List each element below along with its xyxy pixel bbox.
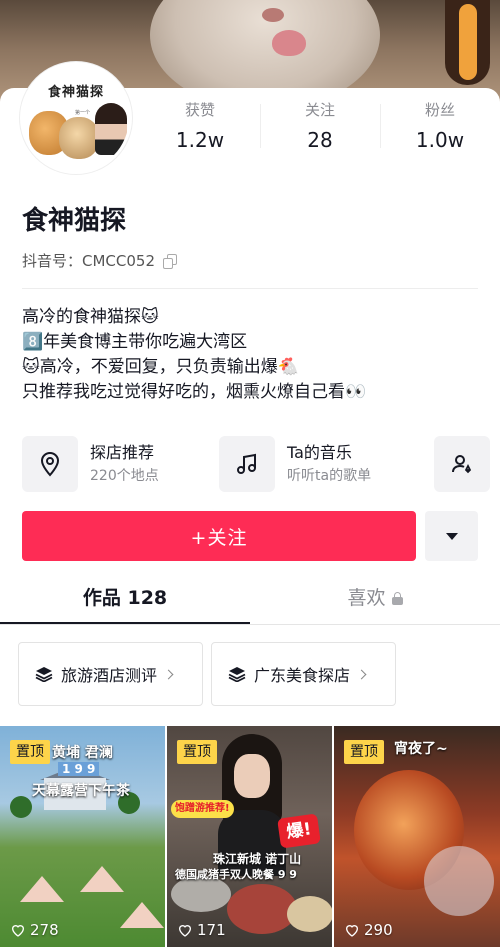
layers-icon [35,667,53,682]
pinned-badge: 置顶 [177,740,217,764]
video-like-count: 171 [197,921,226,939]
douyin-id-row[interactable]: 抖音号：CMCC052 [22,250,178,272]
bio-line: 🐱高冷，不爱回复，只负责输出爆🐔 [22,357,299,377]
bio-line: 高冷的食神猫探🐱 [22,307,159,327]
video-cover-title: 珠江新城 诺丁山 [213,852,302,866]
pinned-badge: 置顶 [344,740,384,764]
stat-likes[interactable]: 获赞 1.2w [140,100,260,160]
video-cover-badge: 爆! [277,813,321,849]
collection-label: 旅游酒店测评 [61,666,158,685]
avatar-person [95,103,127,155]
video-grid: 黄埔 君澜 1 9 9 天幕露营下午茶 置顶 278 饱蹭游推荐! 爆! 珠江新… [0,726,500,947]
store-visits-entry[interactable]: 探店推荐 220个地点 [22,436,159,492]
tab-likes-label: 喜欢 [347,587,386,609]
stat-followers[interactable]: 粉丝 1.0w [380,100,500,160]
add-friend-button[interactable] [434,436,490,492]
collection-label: 广东美食探店 [254,666,351,685]
tent [120,902,164,928]
heart-icon [178,925,192,937]
more-options-button[interactable] [425,511,478,561]
profile-tabs: 作品 128 喜欢 [0,575,500,625]
stat-label: 粉丝 [424,101,455,119]
tree [10,796,32,818]
video-thumbnail[interactable]: 饱蹭游推荐! 爆! 珠江新城 诺丁山 德国咸猪手双人晚餐 9 9 置顶 171 [167,726,332,947]
stat-value: 28 [307,128,333,152]
music-note-icon [219,436,275,492]
cat-tongue [272,30,306,56]
collection-guangdong-food[interactable]: 广东美食探店 [211,642,396,706]
location-pin-icon [22,436,78,492]
plate [227,884,297,934]
video-like-count: 290 [364,921,393,939]
follow-button[interactable]: +关注 [22,511,416,561]
bio-line: 8️⃣年美食博主带你吃遍大湾区 [22,332,248,352]
dropdown-triangle-icon [445,532,458,540]
profile-services: 探店推荐 220个地点 Ta的音乐 听听ta的歌单 [22,436,500,492]
video-cover-tag: 饱蹭游推荐! [171,800,234,818]
service-subtitle: 220个地点 [90,468,159,484]
video-likes: 278 [10,921,59,939]
video-like-count: 278 [30,921,59,939]
heart-icon [345,925,359,937]
collection-travel-hotel[interactable]: 旅游酒店测评 [18,642,203,706]
music-entry[interactable]: Ta的音乐 听听ta的歌单 [219,436,371,492]
copy-icon[interactable] [163,253,178,269]
video-likes: 171 [177,921,226,939]
stat-label: 获赞 [184,101,215,119]
video-likes: 290 [344,921,393,939]
video-cover-title: 宵夜了~ [394,741,448,757]
video-cover-subtitle: 德国咸猪手双人晚餐 9 9 [175,868,297,881]
avatar-cat-cream [59,117,99,159]
avatar[interactable]: 食神猫探 第一个 [20,62,132,174]
tent [20,876,64,902]
video-cover-price: 1 9 9 [58,762,100,776]
stat-label: 关注 [304,101,335,119]
service-subtitle: 听听ta的歌单 [287,468,372,484]
video-thumbnail[interactable]: 宵夜了~ 置顶 290 [334,726,500,947]
food-bag [424,846,494,916]
service-title: Ta的音乐 [287,443,352,462]
layers-icon [228,667,246,682]
stat-value: 1.0w [415,128,465,152]
chevron-right-icon [163,669,174,679]
stat-following[interactable]: 关注 28 [260,100,380,160]
avatar-tag: 第一个 [75,110,91,116]
lock-icon [391,592,403,605]
divider [22,288,478,289]
add-friend-icon [434,436,490,492]
tab-works[interactable]: 作品 128 [0,575,250,625]
plate [287,896,332,932]
profile-nickname: 食神猫探 [22,206,127,236]
cover-sticker [445,0,490,85]
video-cover-subtitle: 天幕露营下午茶 [32,783,130,799]
bio-line: 只推荐我吃过觉得好吃的，烟熏火燎自己看👀 [22,382,367,402]
cat-nose [262,8,284,22]
avatar-logo-text: 食神猫探 [47,85,104,100]
stat-value: 1.2w [175,128,225,152]
tab-likes[interactable]: 喜欢 [250,575,500,625]
video-thumbnail[interactable]: 黄埔 君澜 1 9 9 天幕露营下午茶 置顶 278 [0,726,165,947]
douyin-id-text: 抖音号：CMCC052 [22,252,155,270]
profile-bio: 高冷的食神猫探🐱 8️⃣年美食博主带你吃遍大湾区 🐱高冷，不爱回复，只负责输出爆… [22,305,482,405]
chevron-right-icon [356,669,367,679]
heart-icon [11,925,25,937]
profile-stats: 获赞 1.2w 关注 28 粉丝 1.0w [140,100,500,160]
tabs-divider [0,624,500,625]
collections-row: 旅游酒店测评 广东美食探店 [0,640,500,710]
pinned-badge: 置顶 [10,740,50,764]
video-cover-title: 黄埔 君澜 [52,745,113,761]
service-title: 探店推荐 [90,443,155,462]
tent [80,866,124,892]
